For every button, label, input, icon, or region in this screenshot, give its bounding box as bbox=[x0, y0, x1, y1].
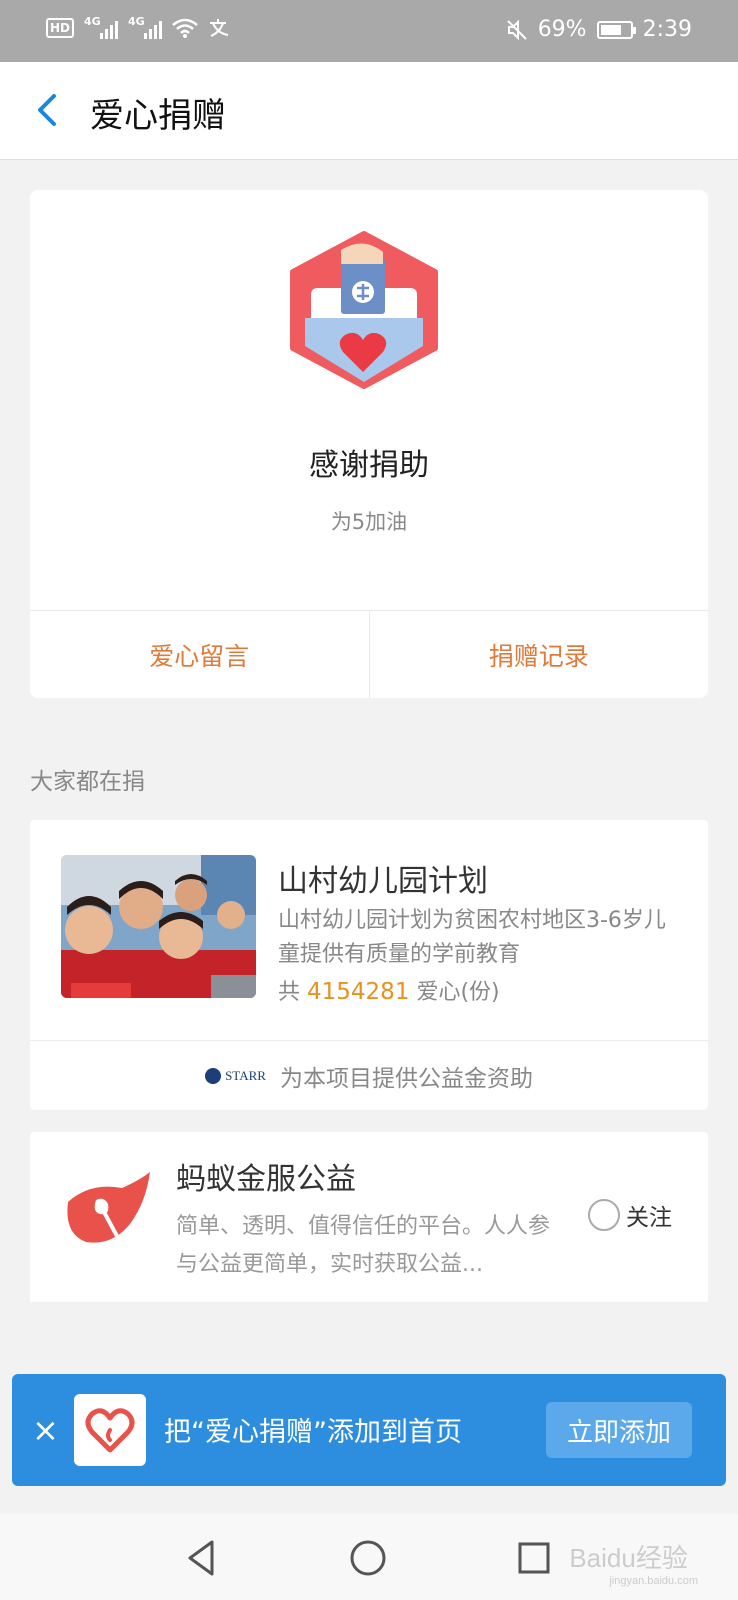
donation-record-button[interactable]: 捐赠记录 bbox=[370, 611, 709, 698]
heart-app-icon bbox=[74, 1394, 146, 1466]
project-title: 山村幼儿园计划 bbox=[278, 864, 488, 899]
signal-icon-2: 4G bbox=[128, 15, 163, 39]
baidu-watermark: Baidu经验 jingyan.baidu.com bbox=[569, 1543, 698, 1587]
ant-charity-description: 简单、透明、值得信任的平台。人人参与公益更简单，实时获取公益... bbox=[176, 1214, 551, 1277]
follow-radio-icon[interactable] bbox=[588, 1199, 620, 1231]
app-header: 爱心捐赠 bbox=[0, 62, 738, 160]
page-title: 爱心捐赠 bbox=[90, 96, 226, 136]
count-number: 4154281 bbox=[307, 979, 410, 1005]
love-message-button[interactable]: 爱心留言 bbox=[30, 611, 370, 698]
sponsor-row: STARR 为本项目提供公益金资助 bbox=[30, 1040, 708, 1110]
banner-text: 把“爱心捐赠”添加到首页 bbox=[164, 1417, 462, 1448]
clock: 2:39 bbox=[642, 17, 692, 42]
project-photo bbox=[61, 855, 256, 998]
nav-back-icon[interactable] bbox=[180, 1536, 224, 1580]
battery-percent: 69% bbox=[537, 17, 587, 42]
wifi-icon bbox=[172, 18, 198, 38]
add-now-button[interactable]: 立即添加 bbox=[546, 1402, 692, 1458]
back-arrow-icon[interactable] bbox=[30, 90, 70, 130]
section-label: 大家都在捐 bbox=[30, 769, 145, 795]
system-nav-bar: Baidu经验 jingyan.baidu.com bbox=[0, 1514, 738, 1600]
thanks-card: 感谢捐助 为5加油 爱心留言 捐赠记录 bbox=[30, 190, 708, 698]
project-card[interactable]: 山村幼儿园计划 山村幼儿园计划为贫困农村地区3-6岁儿童提供有质量的学前教育 共… bbox=[30, 820, 708, 1110]
hd-badge: HD bbox=[46, 18, 75, 38]
nav-home-icon[interactable] bbox=[346, 1536, 390, 1580]
thanks-title: 感谢捐助 bbox=[309, 448, 429, 483]
close-icon[interactable]: × bbox=[32, 1410, 59, 1450]
count-prefix: 共 bbox=[278, 980, 301, 1005]
starr-logo: STARR bbox=[205, 1067, 266, 1084]
sponsor-text: 为本项目提供公益金资助 bbox=[279, 1065, 533, 1092]
thanks-actions: 爱心留言 捐赠记录 bbox=[30, 610, 708, 698]
translate-icon bbox=[210, 19, 229, 37]
nav-recents-icon[interactable] bbox=[512, 1536, 556, 1580]
status-bar: HD 4G 4G 69% 2:39 bbox=[0, 0, 738, 62]
project-count: 共 4154281 爱心(份) bbox=[278, 974, 500, 1006]
donation-box-icon bbox=[290, 231, 438, 389]
mute-icon bbox=[506, 19, 527, 40]
signal-icon: 4G bbox=[84, 15, 119, 39]
project-description: 山村幼儿园计划为贫困农村地区3-6岁儿童提供有质量的学前教育 bbox=[278, 908, 666, 967]
battery-icon bbox=[596, 20, 636, 39]
add-to-home-banner: × 把“爱心捐赠”添加到首页 立即添加 bbox=[12, 1374, 726, 1486]
count-suffix: 爱心(份) bbox=[416, 980, 500, 1005]
status-right: 69% 2:39 bbox=[506, 17, 692, 42]
ant-charity-logo bbox=[67, 1172, 150, 1249]
follow-toggle[interactable]: 关注 bbox=[588, 1198, 672, 1232]
thanks-subtitle: 为5加油 bbox=[330, 510, 408, 534]
ant-charity-name: 蚂蚁金服公益 bbox=[176, 1162, 356, 1197]
follow-label: 关注 bbox=[626, 1205, 672, 1231]
ant-charity-card[interactable]: 蚂蚁金服公益 简单、透明、值得信任的平台。人人参与公益更简单，实时获取公益...… bbox=[30, 1132, 708, 1302]
status-left: HD 4G 4G bbox=[46, 15, 232, 39]
